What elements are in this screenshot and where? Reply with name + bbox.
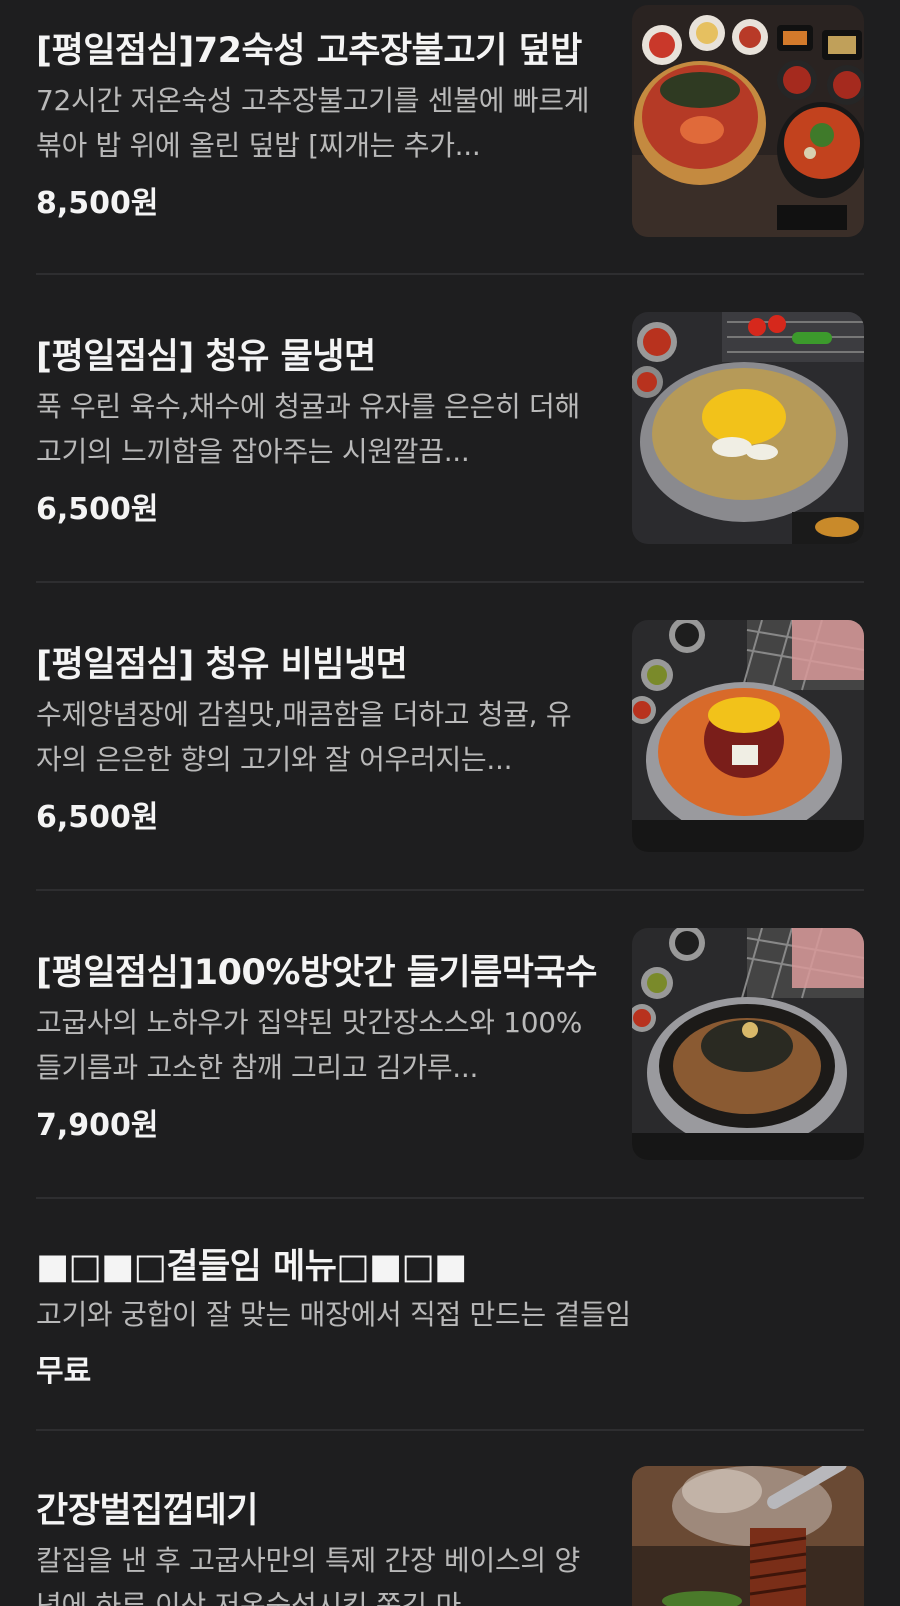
menu-item-price: 6,500원 bbox=[36, 492, 159, 527]
menu-item-price: 8,500원 bbox=[36, 186, 159, 221]
menu-item-description: 고굽사의 노하우가 집약된 맛간장소스와 100% 들기름과 고소한 참깨 그리… bbox=[36, 1006, 583, 1084]
menu-item-description: 고기와 궁합이 잘 맞는 매장에서 직접 만드는 곁들임 bbox=[36, 1298, 631, 1331]
menu-item-price: 7,900원 bbox=[36, 1108, 159, 1143]
menu-item[interactable]: [평일점심] 청유 비빔냉면 수제양념장에 감칠맛,매콤함을 더하고 청귤, 유… bbox=[36, 582, 864, 888]
soy-pork-skin-image bbox=[632, 1466, 864, 1606]
menu-item[interactable]: [평일점심] 청유 물냉면 푹 우린 육수,채수에 청귤과 유자를 은은히 더해… bbox=[36, 274, 864, 580]
menu-item[interactable]: ■□■□곁들임 메뉴□■□■ 고기와 궁합이 잘 맞는 매장에서 직접 만드는 … bbox=[36, 1198, 864, 1428]
spicy-cold-noodle-image bbox=[632, 620, 864, 852]
bulgogi-rice-bowl-image bbox=[632, 5, 864, 237]
cold-noodle-soup-image bbox=[632, 312, 864, 544]
menu-item-description: 72시간 저온숙성 고추장불고기를 센불에 빠르게 볶아 밥 위에 올린 덮밥 … bbox=[36, 84, 590, 162]
menu-item-title: 간장벌집껍데기 bbox=[36, 1491, 258, 1531]
menu-item-description: 칼집을 낸 후 고굽사만의 특제 간장 베이스의 양념에 하루 이상 저온숙성시… bbox=[36, 1544, 580, 1606]
menu-item-title: [평일점심]72숙성 고추장불고기 덮밥 bbox=[36, 31, 582, 71]
menu-item[interactable]: 간장벌집껍데기 칼집을 낸 후 고굽사만의 특제 간장 베이스의 양념에 하루 … bbox=[36, 1430, 864, 1606]
menu-item-price: 무료 bbox=[36, 1354, 92, 1389]
menu-item[interactable]: [평일점심]72숙성 고추장불고기 덮밥 72시간 저온숙성 고추장불고기를 센… bbox=[36, 0, 864, 272]
menu-item-description: 푹 우린 육수,채수에 청귤과 유자를 은은히 더해 고기의 느끼함을 잡아주는… bbox=[36, 390, 580, 468]
menu-item-title: [평일점심] 청유 비빔냉면 bbox=[36, 645, 408, 685]
perilla-oil-noodle-image bbox=[632, 928, 864, 1160]
menu-item-title: [평일점심] 청유 물냉면 bbox=[36, 337, 376, 377]
menu-item-description: 수제양념장에 감칠맛,매콤함을 더하고 청귤, 유자의 은은한 향의 고기와 잘… bbox=[36, 698, 572, 776]
menu-item[interactable]: [평일점심]100%방앗간 들기름막국수 고굽사의 노하우가 집약된 맛간장소스… bbox=[36, 890, 864, 1196]
menu-item-title: ■□■□곁들임 메뉴□■□■ bbox=[36, 1247, 467, 1287]
menu-item-title: [평일점심]100%방앗간 들기름막국수 bbox=[36, 953, 597, 993]
menu-item-price: 6,500원 bbox=[36, 800, 159, 835]
